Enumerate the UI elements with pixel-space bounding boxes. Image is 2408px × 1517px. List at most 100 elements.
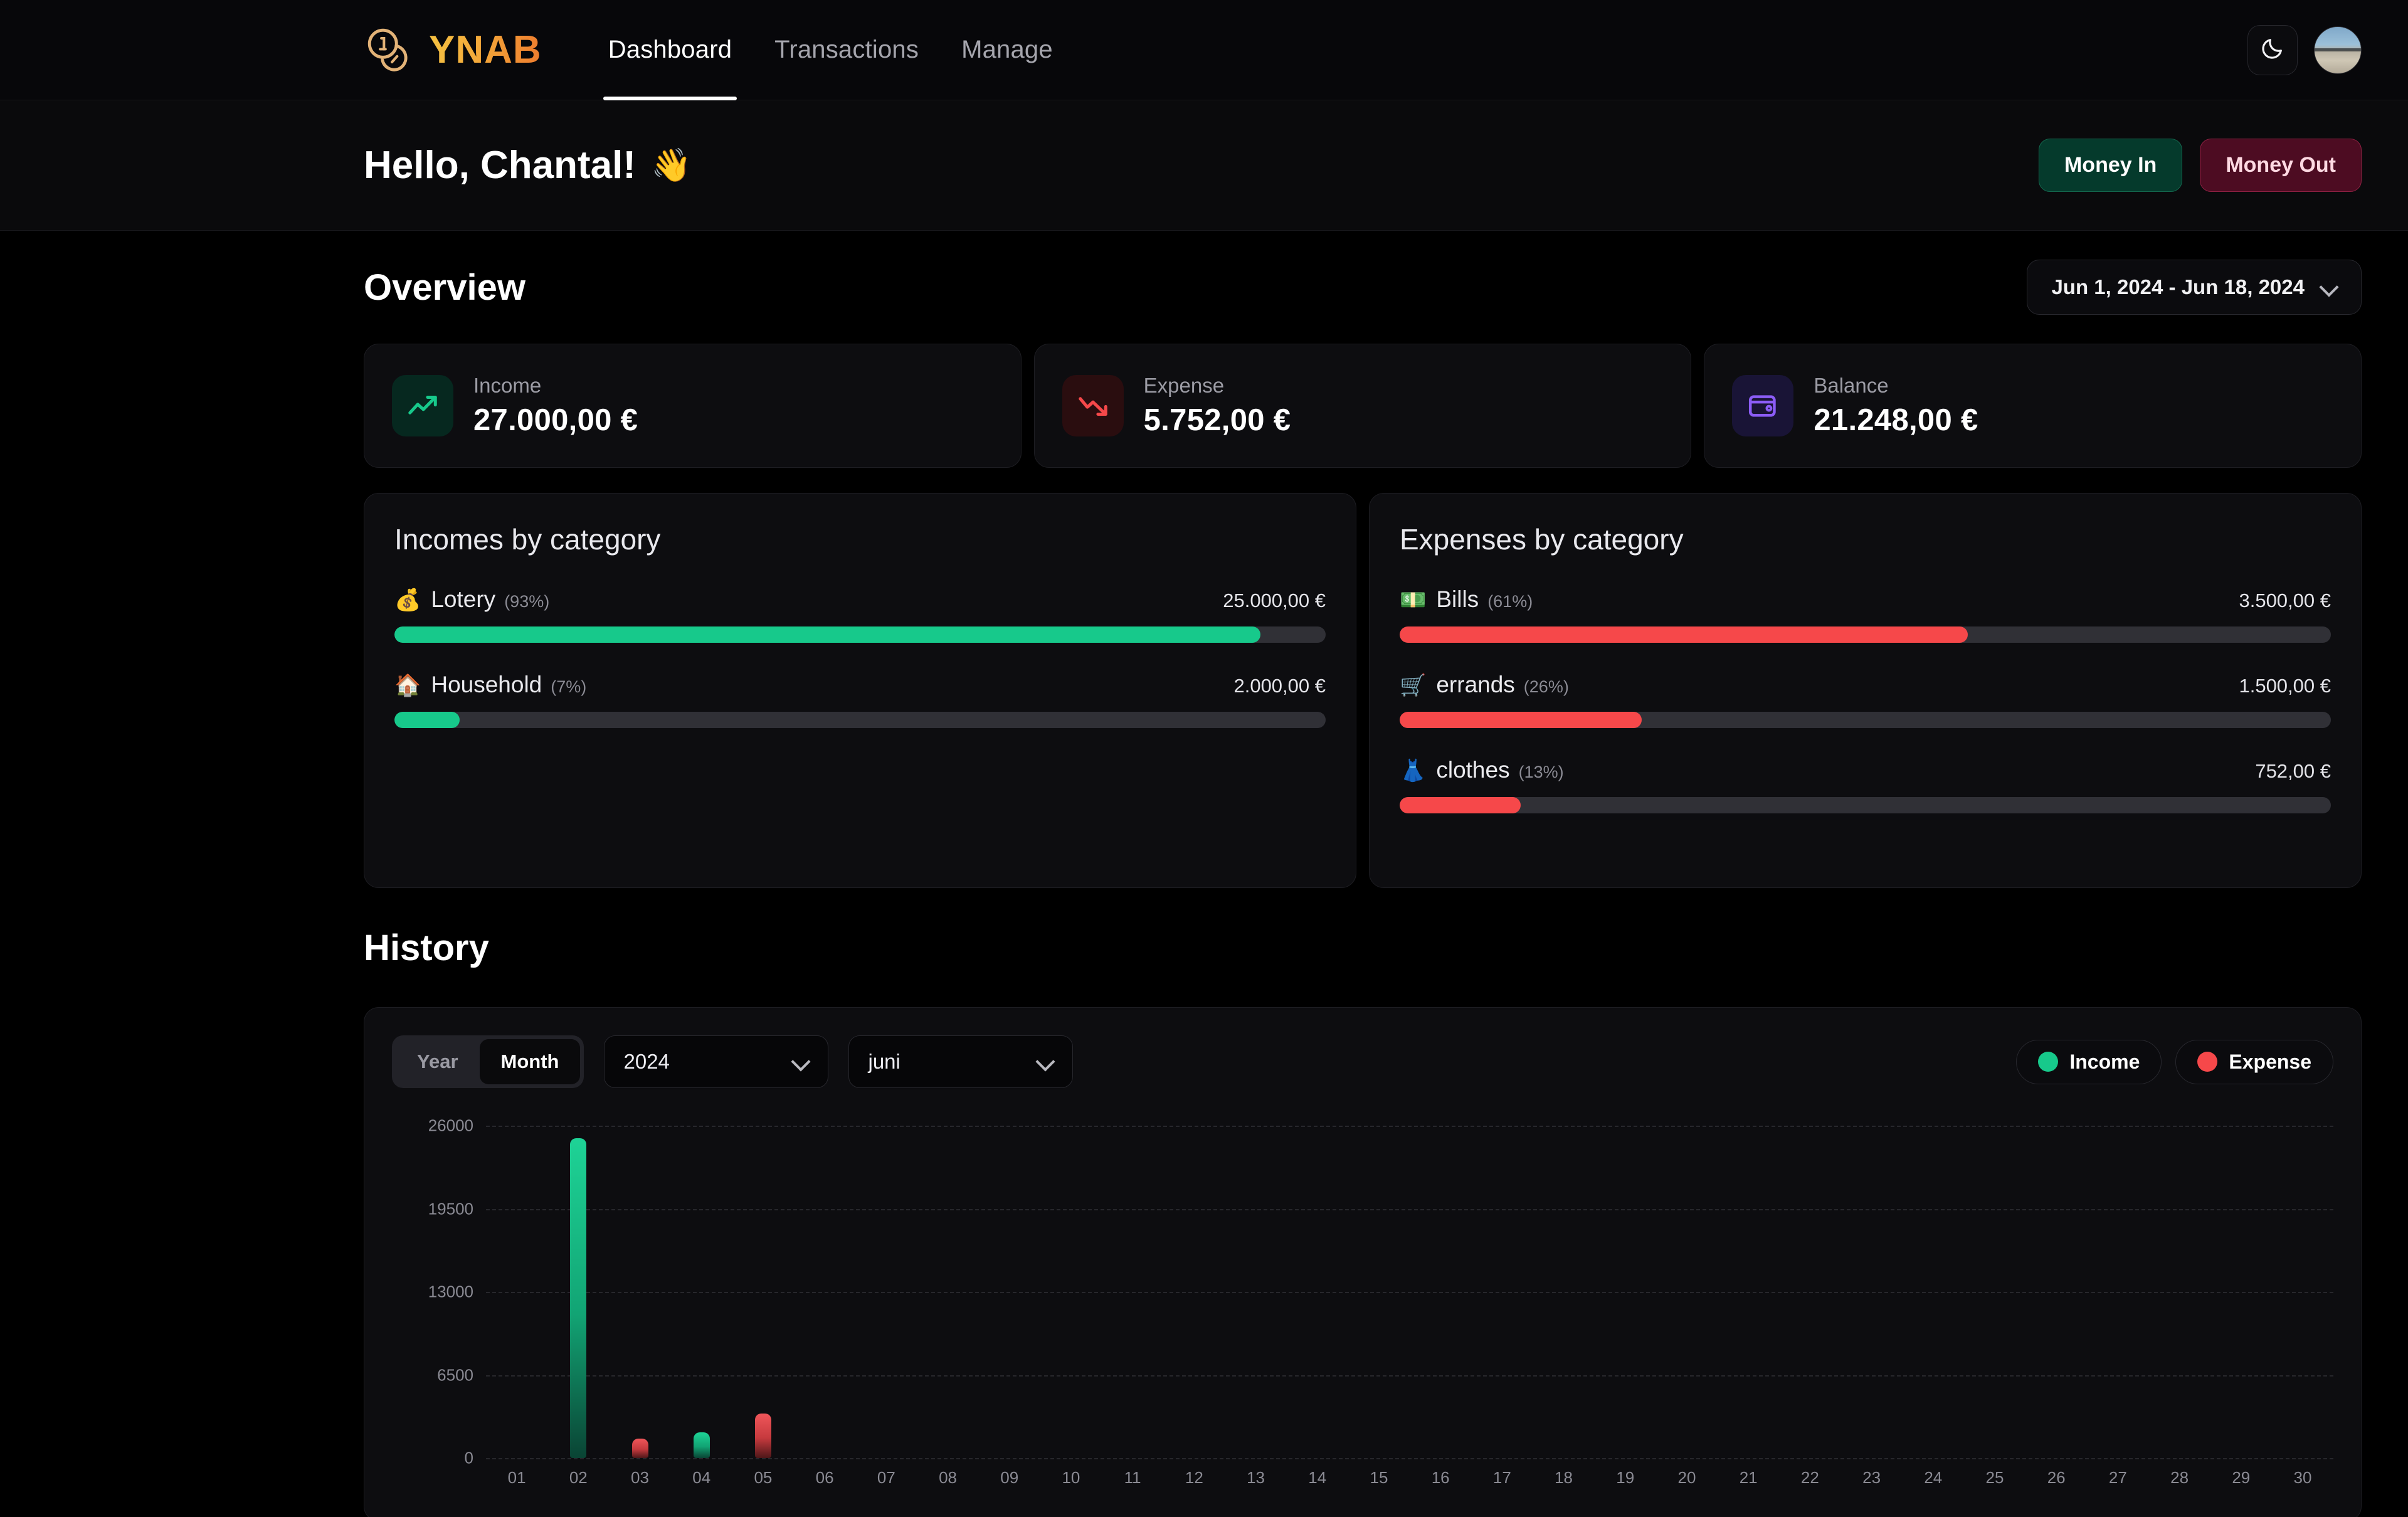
bar-group[interactable] [1840,1126,1902,1458]
nav-link-dashboard[interactable]: Dashboard [587,0,753,100]
bar-group[interactable] [732,1126,794,1458]
bar-group[interactable] [1225,1126,1286,1458]
bar-group[interactable] [2210,1126,2272,1458]
progress-fill [394,712,460,728]
progress-fill [394,626,1261,643]
x-axis-tick: 29 [2232,1468,2251,1487]
category-line: 💰 Lotery (93%) 25.000,00 € [394,586,1326,613]
bar-group[interactable] [1964,1126,2025,1458]
progress-fill [1400,712,1642,728]
bar-group[interactable] [979,1126,1040,1458]
bar-group[interactable] [1163,1126,1225,1458]
date-range-picker[interactable]: Jun 1, 2024 - Jun 18, 2024 [2027,260,2362,315]
bar-expense[interactable] [754,1413,771,1458]
year-select-value: 2024 [623,1050,670,1073]
bar-chart: 0 6500 13000 19500 26000 01 02 03 04 05 06 07 08 09 1… [392,1116,2333,1502]
bar-group[interactable] [2272,1126,2333,1458]
bar-series [486,1126,2333,1458]
x-axis-tick: 14 [1308,1468,1327,1487]
bar-income[interactable] [693,1432,710,1458]
avatar[interactable] [2314,26,2362,74]
x-axis-tick: 07 [877,1468,895,1487]
plot-area [486,1126,2333,1459]
year-select[interactable]: 2024 [604,1035,829,1088]
brand-name: YNAB [429,28,542,71]
bar-group[interactable] [2025,1126,2087,1458]
brand-logo[interactable]: YNAB [364,24,542,76]
nav-link-manage[interactable]: Manage [940,0,1074,100]
bar-group[interactable] [1903,1126,1964,1458]
x-axis-tick: 06 [815,1468,834,1487]
legend-item-income[interactable]: Income [2016,1039,2162,1084]
house-icon: 🏠 [394,674,421,697]
bar-group[interactable] [1410,1126,1471,1458]
money-in-button[interactable]: Money In [2038,139,2183,192]
nav-links: Dashboard Transactions Manage [587,0,1074,100]
bar-group[interactable] [1656,1126,1718,1458]
category-line: 💵 Bills (61%) 3.500,00 € [1400,586,2331,613]
list-item: 🏠 Household (7%) 2.000,00 € [394,672,1326,728]
bar-group[interactable] [1348,1126,1410,1458]
greeting-actions: Money In Money Out [2038,139,2362,192]
stat-card-expense[interactable]: Expense 5.752,00 € [1033,344,1692,468]
bar-group[interactable] [794,1126,855,1458]
gridline [486,1458,2333,1459]
x-axis-tick: 27 [2108,1468,2127,1487]
legend-dot-income [2038,1052,2059,1072]
stat-card-income[interactable]: Income 27.000,00 € [364,344,1022,468]
bar-income[interactable] [570,1138,587,1458]
stat-card-balance[interactable]: Balance 21.248,00 € [1704,344,2362,468]
stat-value: 27.000,00 € [473,403,638,437]
panel-title: Incomes by category [394,523,661,556]
nav-link-transactions[interactable]: Transactions [753,0,940,100]
bar-group[interactable] [1102,1126,1163,1458]
bar-group[interactable] [486,1126,547,1458]
category-percent: (7%) [551,677,587,696]
history-title: History [364,927,489,968]
category-name: Bills [1436,586,1479,612]
bar-group[interactable] [1040,1126,1102,1458]
bar-group[interactable] [1287,1126,1348,1458]
banknote-icon: 💵 [1400,588,1427,612]
category-line: 👗 clothes (13%) 752,00 € [1400,757,2331,783]
legend-item-expense[interactable]: Expense [2175,1039,2333,1084]
chevron-down-icon [793,1054,809,1070]
two-coins-icon [364,24,415,76]
bar-group[interactable] [1779,1126,1840,1458]
category-percent: (13%) [1518,763,1564,781]
month-select[interactable]: juni [848,1035,1074,1088]
bar-group[interactable] [855,1126,917,1458]
theme-toggle-button[interactable] [2247,24,2298,75]
bar-group[interactable] [609,1126,670,1458]
progress-track [1400,797,2331,813]
category-name: clothes [1436,757,1510,783]
bar-group[interactable] [1533,1126,1594,1458]
bar-expense[interactable] [631,1439,648,1458]
stat-label: Expense [1143,374,1225,397]
shopping-cart-icon: 🛒 [1400,674,1427,697]
bar-group[interactable] [2148,1126,2210,1458]
category-name: Household [431,672,542,697]
bar-group[interactable] [1718,1126,1779,1458]
bar-group[interactable] [671,1126,732,1458]
legend-dot-expense [2197,1052,2218,1072]
expenses-by-category-panel: Expenses by category 💵 Bills (61%) 3.500… [1369,493,2362,888]
x-axis-tick: 10 [1062,1468,1080,1487]
navbar-right-controls [2247,24,2362,75]
bar-group[interactable] [917,1126,978,1458]
x-axis-tick: 02 [569,1468,588,1487]
bar-group[interactable] [1471,1126,1533,1458]
history-header: History [364,888,2362,1007]
y-axis-tick: 26000 [428,1116,473,1135]
trending-up-icon [392,375,453,436]
category-name: Lotery [431,586,496,612]
bar-group[interactable] [1595,1126,1656,1458]
category-percent: (93%) [504,592,550,611]
period-toggle-month[interactable]: Month [479,1039,581,1084]
money-out-button[interactable]: Money Out [2200,139,2362,192]
bar-group[interactable] [547,1126,609,1458]
x-axis-tick: 04 [692,1468,711,1487]
period-toggle-year[interactable]: Year [396,1039,480,1084]
category-amount: 3.500,00 € [2239,589,2331,611]
bar-group[interactable] [2087,1126,2148,1458]
